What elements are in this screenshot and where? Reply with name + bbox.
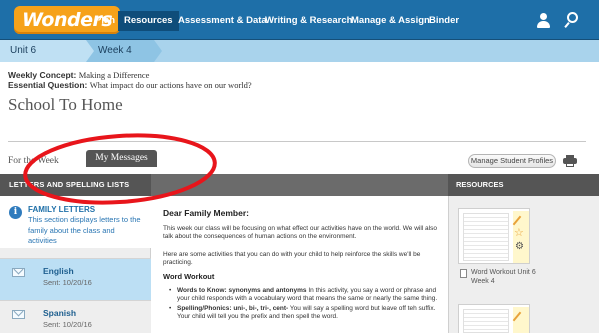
question-label: Essential Question: (8, 80, 88, 90)
document-icon (460, 269, 467, 278)
list-item: Spelling/Phonics: uni-, bi-, tri-, cent-… (169, 305, 443, 321)
word-workout-list: Words to Know: synonyms and antonyms In … (169, 287, 443, 323)
envelope-icon (12, 268, 25, 277)
page-title: School To Home (8, 95, 123, 114)
resource-label[interactable]: Word Workout Unit 6 Week 4 (471, 268, 541, 286)
bullet-label: Spelling/Phonics: uni-, bi-, tri-, cent- (177, 305, 289, 312)
gear-icon[interactable]: ⚙ (515, 242, 524, 252)
top-nav: Wonders Plan Resources Assessment & Data… (0, 0, 599, 40)
family-letters-description: This section displays letters to the fam… (28, 215, 141, 245)
letter-item-spanish[interactable]: Spanish Sent: 10/20/16 (0, 300, 151, 333)
resources-panel: ☆ ⚙ Word Workout Unit 6 Week 4 (448, 196, 599, 333)
letters-panel-header: LETTERS AND SPELLING LISTS (0, 174, 151, 196)
letter-name: English (43, 266, 74, 276)
letters-list: i FAMILY LETTERS This section displays l… (0, 196, 151, 333)
family-letters-title: FAMILY LETTERS (28, 205, 96, 214)
letter-sent-date: Sent: 10/20/16 (43, 320, 92, 329)
letter-paragraph: Here are some activities that you can do… (163, 251, 421, 266)
concept-label: Weekly Concept: (8, 70, 77, 80)
star-icon[interactable]: ☆ (514, 228, 524, 239)
tab-for-the-week[interactable]: For the Week (8, 156, 59, 166)
letter-greeting: Dear Family Member: (163, 208, 249, 218)
weekly-concept: Weekly Concept: Making a Difference Esse… (8, 70, 252, 90)
resources-panel-header: RESOURCES (448, 174, 599, 196)
section-header-band: LETTERS AND SPELLING LISTS RESOURCES (0, 174, 599, 196)
search-icon[interactable] (564, 11, 580, 29)
bullet-label: Words to Know: synonyms and antonyms (177, 287, 307, 294)
letter-sent-date: Sent: 10/20/16 (43, 278, 92, 287)
nav-binder[interactable]: Binder (429, 12, 459, 30)
question-value: What impact do our actions have on our w… (89, 80, 252, 90)
concept-value: Making a Difference (78, 70, 150, 80)
resource-thumbnail[interactable] (463, 213, 509, 261)
letter-name: Spanish (43, 308, 77, 318)
manage-student-profiles-button[interactable]: Manage Student Profiles (468, 154, 556, 168)
resource-actions (513, 307, 529, 333)
info-icon: i (9, 206, 22, 219)
word-workout-heading: Word Workout (163, 272, 215, 281)
print-icon[interactable] (563, 155, 577, 167)
nav-resources[interactable]: Resources (118, 11, 179, 31)
resource-card[interactable]: ☆ ⚙ (458, 208, 530, 264)
letter-item-english[interactable]: English Sent: 10/20/16 (0, 258, 151, 300)
breadcrumb-week[interactable]: Week 4 (86, 40, 162, 62)
header-divider (8, 141, 586, 142)
breadcrumb: Unit 6 Week 4 (0, 40, 599, 62)
resource-thumbnail[interactable] (463, 309, 509, 333)
list-item: Words to Know: synonyms and antonyms In … (169, 287, 443, 303)
nav-writing-research[interactable]: Writing & Research (265, 12, 352, 30)
letter-paragraph: This week our class will be focusing on … (163, 225, 437, 240)
envelope-icon (12, 310, 25, 319)
tab-my-messages[interactable]: My Messages (86, 150, 157, 167)
nav-plan[interactable]: Plan (95, 12, 115, 30)
family-letters-info: i FAMILY LETTERS This section displays l… (0, 196, 151, 248)
nav-manage-assign[interactable]: Manage & Assign (351, 12, 430, 30)
resource-card[interactable] (458, 304, 530, 333)
breadcrumb-unit[interactable]: Unit 6 (0, 40, 86, 62)
user-icon[interactable] (536, 13, 550, 29)
nav-assessment-data[interactable]: Assessment & Data (178, 12, 267, 30)
